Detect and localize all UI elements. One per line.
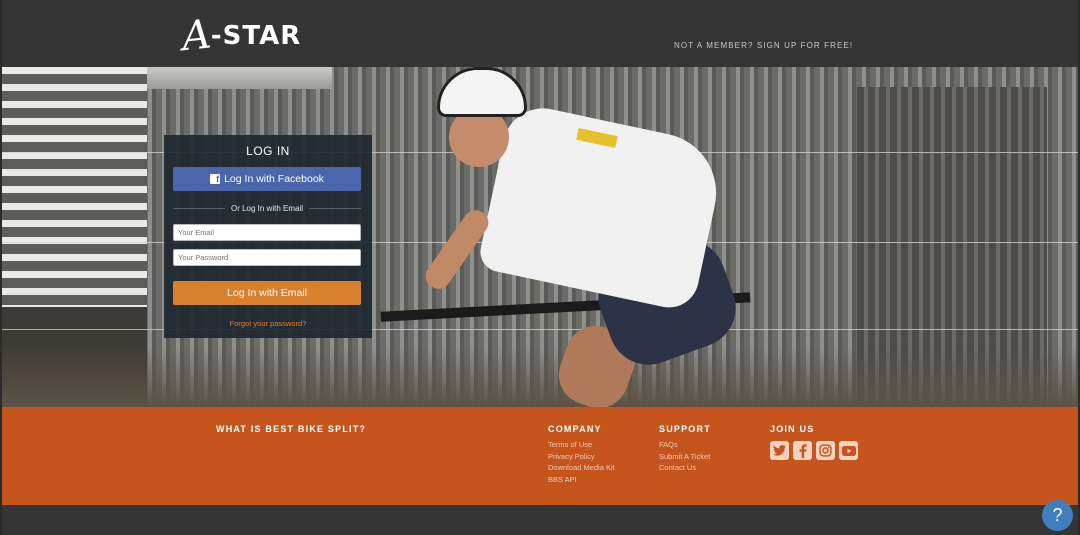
login-divider: Or Log In with Email	[173, 204, 361, 213]
divider-line	[309, 208, 361, 209]
logo-mark: A	[179, 11, 210, 61]
facebook-icon[interactable]	[793, 441, 812, 460]
twitter-icon[interactable]	[770, 441, 789, 460]
facebook-login-button[interactable]: f Log In with Facebook	[173, 167, 361, 191]
page-bottom-bar	[2, 505, 1078, 535]
forgot-password-link[interactable]: Forgot your password?	[164, 319, 372, 328]
instagram-icon[interactable]	[816, 441, 835, 460]
email-login-button[interactable]: Log In with Email	[173, 281, 361, 305]
divider-text: Or Log In with Email	[230, 204, 304, 213]
company-links: Terms of Use Privacy Policy Download Med…	[548, 440, 615, 485]
site-logo[interactable]: A -STAR	[179, 8, 302, 64]
site-header: A -STAR NOT A MEMBER? SIGN UP FOR FREE!	[2, 0, 1078, 67]
about-heading[interactable]: WHAT IS BEST BIKE SPLIT?	[216, 424, 366, 434]
media-kit-link[interactable]: Download Media Kit	[548, 463, 615, 473]
email-input[interactable]	[173, 224, 361, 241]
password-input[interactable]	[173, 249, 361, 266]
company-heading: COMPANY	[548, 424, 602, 434]
terms-link[interactable]: Terms of Use	[548, 440, 615, 450]
support-links: FAQs Submit A Ticket Contact Us	[659, 440, 710, 473]
api-link[interactable]: BBS API	[548, 475, 615, 485]
divider-line	[173, 208, 225, 209]
facebook-login-label: Log In with Facebook	[224, 173, 324, 185]
contact-link[interactable]: Contact Us	[659, 463, 710, 473]
social-links	[770, 441, 858, 460]
login-title: LOG IN	[246, 144, 290, 158]
page: A -STAR NOT A MEMBER? SIGN UP FOR FREE! …	[0, 0, 1080, 535]
youtube-icon[interactable]	[839, 441, 858, 460]
facebook-icon: f	[210, 174, 221, 184]
logo-text: -STAR	[210, 21, 302, 51]
submit-ticket-link[interactable]: Submit A Ticket	[659, 452, 710, 462]
privacy-link[interactable]: Privacy Policy	[548, 452, 615, 462]
login-panel: LOG IN f Log In with Facebook Or Log In …	[164, 135, 372, 338]
faqs-link[interactable]: FAQs	[659, 440, 710, 450]
hero-rider-helmet	[437, 67, 527, 117]
signup-link[interactable]: NOT A MEMBER? SIGN UP FOR FREE!	[674, 41, 853, 50]
join-heading: JOIN US	[770, 424, 815, 434]
site-footer: WHAT IS BEST BIKE SPLIT? COMPANY Terms o…	[2, 407, 1078, 505]
help-button[interactable]: ?	[1042, 500, 1073, 531]
support-heading: SUPPORT	[659, 424, 711, 434]
